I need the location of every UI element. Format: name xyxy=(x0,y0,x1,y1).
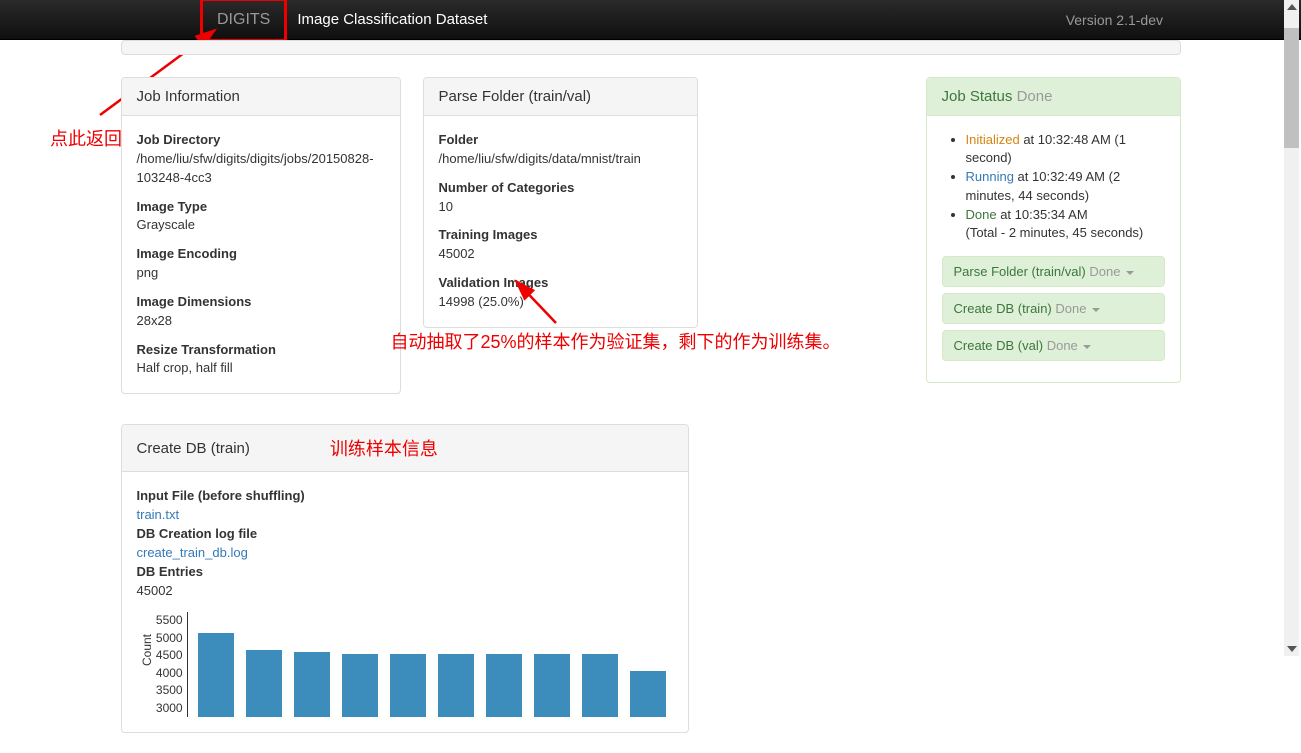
job-dir-value: /home/liu/sfw/digits/digits/jobs/2015082… xyxy=(137,151,374,185)
panel-job-status: Job Status Done Initialized at 10:32:48 … xyxy=(926,77,1181,383)
task-create-db-val-button[interactable]: Create DB (val) Done xyxy=(942,330,1165,361)
chart-bars xyxy=(188,612,673,717)
chart-ytick: 3500 xyxy=(156,682,183,699)
panel-heading-parse-folder: Parse Folder (train/val) xyxy=(424,78,697,116)
chart-ytick: 5000 xyxy=(156,630,183,647)
input-file-link[interactable]: train.txt xyxy=(137,507,180,522)
folder-value: /home/liu/sfw/digits/data/mnist/train xyxy=(439,151,641,166)
status-done-text: at 10:35:34 AM xyxy=(997,207,1088,222)
chart-ytick: 3000 xyxy=(156,700,183,717)
chart-ytick: 4500 xyxy=(156,647,183,664)
annotation-validation-text: 自动抽取了25%的样本作为验证集，剩下的作为训练集。 xyxy=(391,328,841,354)
chevron-up-icon xyxy=(1287,4,1297,10)
status-initialized-label: Initialized xyxy=(966,132,1020,147)
image-dimensions-value: 28x28 xyxy=(137,313,172,328)
input-file-label: Input File (before shuffling) xyxy=(137,488,305,503)
training-images-label: Training Images xyxy=(439,227,538,242)
panel-heading-job-info: Job Information xyxy=(122,78,400,116)
task-parse-folder-button[interactable]: Parse Folder (train/val) Done xyxy=(942,256,1165,287)
categories-label: Number of Categories xyxy=(439,180,575,195)
navbar: DIGITS Image Classification Dataset Vers… xyxy=(0,0,1301,40)
db-entries-label: DB Entries xyxy=(137,564,203,579)
panel-heading-create-db: Create DB (train) 训练样本信息 xyxy=(122,425,688,472)
db-entries-chart: Count 550050004500400035003000 xyxy=(137,612,673,717)
chart-bar xyxy=(582,654,618,717)
annotation-train-info: 训练样本信息 xyxy=(330,435,438,461)
validation-images-label: Validation Images xyxy=(439,275,549,290)
panel-job-info: Job Information Job Directory /home/liu/… xyxy=(121,77,401,394)
status-done-label: Done xyxy=(966,207,997,222)
top-bar xyxy=(121,40,1181,55)
image-encoding-label: Image Encoding xyxy=(137,246,237,261)
resize-label: Resize Transformation xyxy=(137,342,276,357)
status-list: Initialized at 10:32:48 AM (1 second) Ru… xyxy=(942,131,1165,242)
chart-ytick: 5500 xyxy=(156,612,183,629)
panel-create-db: Create DB (train) 训练样本信息 Input File (bef… xyxy=(121,424,689,733)
panel-heading-job-status: Job Status Done xyxy=(927,78,1180,116)
chart-ylabel: Count xyxy=(137,612,156,717)
version-label: Version 2.1-dev xyxy=(1066,12,1163,28)
chart-yticks: 550050004500400035003000 xyxy=(156,612,187,717)
folder-label: Folder xyxy=(439,132,479,147)
job-status-done: Done xyxy=(1017,88,1053,105)
training-images-value: 45002 xyxy=(439,246,475,261)
chart-bar xyxy=(294,652,330,717)
status-running-label: Running xyxy=(966,169,1014,184)
chart-bar xyxy=(246,650,282,717)
scrollbar-thumb[interactable] xyxy=(1284,28,1299,148)
image-type-value: Grayscale xyxy=(137,217,196,232)
chart-bar xyxy=(438,654,474,717)
chevron-down-icon xyxy=(1287,646,1297,652)
scrollbar-vertical[interactable] xyxy=(1284,0,1299,656)
scroll-up-button[interactable] xyxy=(1284,0,1299,14)
chevron-down-icon xyxy=(1126,271,1134,275)
scroll-down-button[interactable] xyxy=(1284,642,1299,656)
categories-value: 10 xyxy=(439,199,453,214)
chart-bar xyxy=(630,671,666,717)
image-encoding-value: png xyxy=(137,265,159,280)
panel-parse-folder: Parse Folder (train/val) Folder /home/li… xyxy=(423,77,698,328)
chart-bar xyxy=(534,654,570,717)
chart-bar xyxy=(342,654,378,717)
chart-bar xyxy=(390,654,426,717)
image-dimensions-label: Image Dimensions xyxy=(137,294,252,309)
db-entries-value: 45002 xyxy=(137,583,173,598)
resize-value: Half crop, half fill xyxy=(137,360,233,375)
chart-bar xyxy=(198,633,234,717)
chevron-down-icon xyxy=(1092,308,1100,312)
image-type-label: Image Type xyxy=(137,199,208,214)
chevron-down-icon xyxy=(1083,345,1091,349)
log-file-link[interactable]: create_train_db.log xyxy=(137,545,248,560)
validation-images-value: 14998 (25.0%) xyxy=(439,294,524,309)
page-title: Image Classification Dataset xyxy=(297,11,487,28)
log-file-label: DB Creation log file xyxy=(137,526,258,541)
chart-ytick: 4000 xyxy=(156,665,183,682)
status-total-text: (Total - 2 minutes, 45 seconds) xyxy=(966,225,1144,240)
chart-bar xyxy=(486,654,522,717)
task-create-db-train-button[interactable]: Create DB (train) Done xyxy=(942,293,1165,324)
job-dir-label: Job Directory xyxy=(137,132,221,147)
brand-link[interactable]: DIGITS xyxy=(200,0,287,42)
